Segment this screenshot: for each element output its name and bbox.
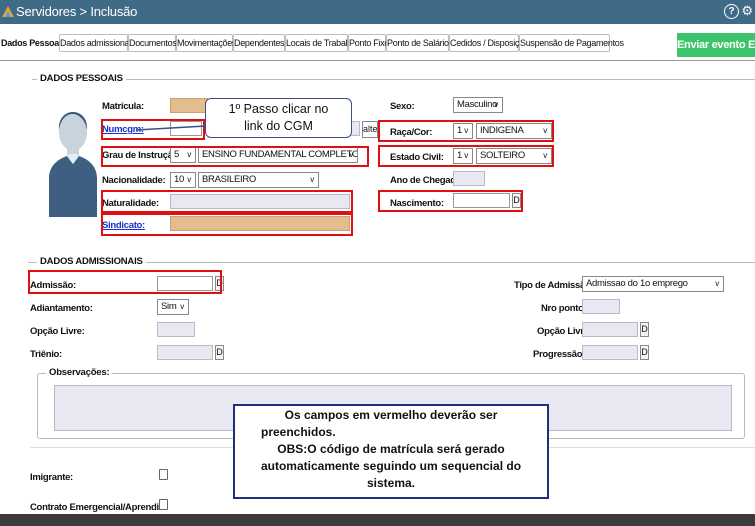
nacionalidade-label: Nacionalidade: — [102, 175, 166, 186]
tab-dados-admissionais[interactable]: Dados admissionais — [59, 34, 135, 52]
adiantamento-select[interactable]: Sim v — [157, 299, 189, 315]
nro-ponto-label: Nro ponto: — [541, 303, 587, 314]
imigrante-checkbox[interactable] — [159, 469, 168, 480]
tab-documentos[interactable]: Documentos — [128, 34, 177, 52]
avatar-icon — [49, 112, 97, 217]
ano-chegada-field[interactable] — [453, 171, 485, 186]
tab-dados-pessoais[interactable]: Dados Pessoais — [0, 34, 66, 52]
tab-dependentes[interactable]: Dependentes — [233, 34, 285, 52]
tab-movimentacoes[interactable]: Movimentações — [176, 34, 236, 52]
note-line: automaticamente seguindo um sequencial d… — [260, 459, 522, 473]
tab-bar: Dados Pessoais Dados admissionais Docume… — [0, 24, 755, 61]
required-outline-grau — [101, 146, 369, 167]
required-outline-admissao — [28, 270, 222, 294]
matricula-label: Matrícula: — [102, 101, 144, 112]
contrato-emergencial-checkbox[interactable] — [159, 499, 168, 510]
window-title: Servidores > Inclusão — [16, 4, 138, 19]
nacionalidade-code-select[interactable]: 10 v — [170, 172, 196, 188]
tab-ponto-salario[interactable]: Ponto de Salário — [386, 34, 449, 52]
tab-ponto-fixo[interactable]: Ponto Fixo — [348, 34, 389, 52]
tab-cedidos-disposicao[interactable]: Cedidos / Disposição — [449, 34, 529, 52]
dados-pessoais-legend: DADOS PESSOAIS — [37, 73, 126, 84]
tipo-admissao-select[interactable]: Admissao do 1o emprego v — [582, 276, 724, 292]
divider — [0, 60, 755, 61]
required-outline-sindicato — [101, 213, 353, 236]
trienio-date-button[interactable]: D — [215, 345, 224, 360]
progressao-label: Progressão: — [533, 349, 586, 360]
adiantamento-label: Adiantamento: — [30, 303, 93, 314]
help-icon[interactable]: ? — [724, 4, 739, 19]
title-bar: Servidores > Inclusão ? ⚙ — [0, 0, 755, 24]
contrato-emergencial-label: Contrato Emergencial/Aprendiz: — [30, 502, 167, 513]
sexo-label: Sexo: — [390, 101, 415, 112]
nacionalidade-select[interactable]: BRASILEIRO v — [198, 172, 319, 188]
progressao-date-button[interactable]: D — [640, 345, 649, 360]
chevron-down-icon: v — [310, 175, 314, 184]
required-outline-naturalidade — [101, 190, 353, 213]
required-outline-estado-civil — [378, 145, 554, 167]
trienio-label: Triênio: — [30, 349, 62, 360]
nro-ponto-field[interactable] — [582, 299, 620, 314]
required-outline-raca — [378, 120, 554, 142]
enviar-evento-button[interactable]: Enviar evento Es — [677, 33, 755, 57]
opcao-livre2-date-button[interactable]: D — [640, 322, 649, 337]
chevron-down-icon: v — [180, 302, 184, 311]
sexo-select[interactable]: Masculino v — [453, 97, 503, 113]
note-line: sistema. — [366, 476, 416, 490]
chevron-down-icon: v — [494, 100, 498, 109]
opcao-livre-label: Opção Livre: — [30, 326, 85, 337]
dados-admissionais-legend: DADOS ADMISSIONAIS — [37, 256, 146, 267]
alterar-button[interactable]: alterar — [362, 121, 378, 138]
callout-pointer — [135, 125, 207, 131]
imigrante-label: Imigrante: — [30, 472, 73, 483]
trienio-field[interactable] — [157, 345, 213, 360]
opcao-livre-field[interactable] — [157, 322, 195, 337]
required-outline-nascimento — [378, 190, 523, 212]
progressao-field[interactable] — [582, 345, 638, 360]
callout-line: 1º Passo clicar no — [228, 102, 329, 116]
bottom-bar — [0, 514, 755, 526]
gear-icon[interactable]: ⚙ — [741, 3, 753, 19]
chevron-down-icon: v — [187, 175, 191, 184]
note-line: OBS:O código de matrícula será gerado — [277, 442, 505, 456]
app-logo-icon — [2, 6, 14, 17]
observacoes-label: Observações: — [46, 367, 113, 378]
note-line: Os campos em vermelho deverão ser — [284, 408, 498, 422]
chevron-down-icon: v — [715, 279, 719, 288]
instruction-note: Os campos em vermelho deverão ser preenc… — [233, 404, 549, 499]
step-callout: 1º Passo clicar no link do CGM — [205, 98, 352, 138]
tab-locais-trabalho[interactable]: Locais de Trabalho — [285, 34, 357, 52]
callout-line: link do CGM — [244, 119, 313, 133]
matricula-field — [170, 98, 208, 113]
tab-suspensao-pagamentos[interactable]: Suspensão de Pagamentos — [519, 34, 624, 52]
note-line: preenchidos. — [261, 425, 336, 439]
opcao-livre2-field[interactable] — [582, 322, 638, 337]
